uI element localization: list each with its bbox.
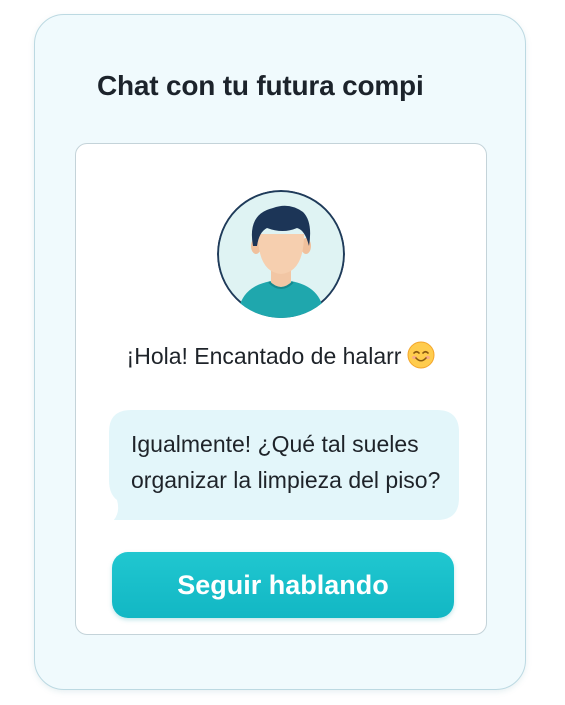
person-avatar-icon (217, 190, 345, 318)
chat-panel: ¡Hola! Encantado de halarr Igualmente! ¿… (75, 143, 487, 635)
continue-chat-button[interactable]: Seguir hablando (112, 552, 454, 618)
reply-bubble: Igualmente! ¿Qué tal sueles organizar la… (109, 410, 459, 520)
page-title: Chat con tu futura compi (97, 70, 424, 101)
greeting-message: ¡Hola! Encantado de halarr (76, 341, 486, 375)
reply-text: Igualmente! ¿Qué tal sueles organizar la… (131, 431, 441, 493)
greeting-text: ¡Hola! Encantado de halarr (126, 343, 402, 369)
smiling-face-icon (407, 341, 435, 375)
chat-card: Chat con tu futura compi ¡Hola! Encantad… (34, 14, 526, 690)
